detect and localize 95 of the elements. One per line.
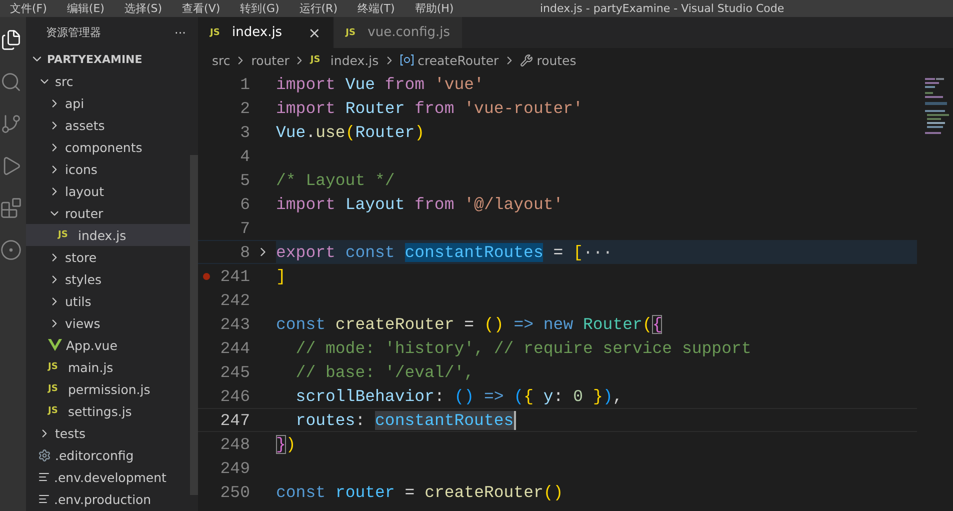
explorer-title: 资源管理器 bbox=[46, 25, 101, 40]
editor-tab[interactable]: JS index.js × bbox=[198, 17, 334, 48]
file-item[interactable]: JS permission.js bbox=[26, 378, 190, 400]
code-line: import Router from 'vue-router' bbox=[276, 98, 583, 118]
line-number: 6 bbox=[239, 194, 250, 214]
folder-item[interactable]: views bbox=[26, 312, 190, 334]
js-file-icon: JS bbox=[346, 28, 362, 38]
files-icon[interactable] bbox=[0, 29, 22, 51]
folder-item[interactable]: router bbox=[26, 202, 190, 224]
close-button[interactable]: × bbox=[308, 24, 321, 42]
project-header[interactable]: PARTYEXAMINE bbox=[26, 48, 190, 70]
line-number: 249 bbox=[219, 458, 250, 478]
line-number: 1 bbox=[239, 74, 250, 94]
js-file-icon: JS bbox=[48, 362, 64, 372]
code-line: export const constantRoutes = [··· bbox=[276, 242, 613, 262]
circle-icon[interactable] bbox=[0, 239, 22, 261]
code-line: const router = createRouter() bbox=[276, 482, 564, 502]
file-item[interactable]: JS index.js bbox=[26, 224, 190, 246]
menu-item[interactable]: 转到(G) bbox=[230, 0, 290, 17]
line-number: 243 bbox=[219, 314, 250, 334]
code-line: import Layout from '@/layout' bbox=[276, 194, 564, 214]
folder-item[interactable]: utils bbox=[26, 290, 190, 312]
branch-icon[interactable] bbox=[0, 113, 22, 135]
gear-icon bbox=[38, 448, 51, 462]
file-item[interactable]: JS main.js bbox=[26, 356, 190, 378]
variable-icon bbox=[400, 54, 414, 66]
menu-item[interactable]: 文件(F) bbox=[0, 0, 57, 17]
window-title: index.js - partyExamine - Visual Studio Code bbox=[540, 1, 784, 17]
folder-item[interactable]: tests bbox=[26, 422, 190, 444]
line-number: 5 bbox=[239, 170, 250, 190]
blocks-icon[interactable] bbox=[0, 197, 22, 219]
file-item[interactable]: App.vue bbox=[26, 334, 190, 356]
menu-item[interactable]: 选择(S) bbox=[114, 0, 172, 17]
folder-item[interactable]: api bbox=[26, 92, 190, 114]
js-file-icon: JS bbox=[48, 406, 64, 416]
breadcrumb-item[interactable]: src bbox=[212, 52, 230, 68]
menu-item[interactable]: 帮助(H) bbox=[404, 0, 464, 17]
js-file-icon: JS bbox=[58, 230, 74, 240]
code-line: scrollBehavior: () => ({ y: 0 }), bbox=[294, 386, 623, 406]
line-number: 2 bbox=[239, 98, 250, 118]
more-button[interactable]: ··· bbox=[174, 26, 186, 40]
text-lines-icon bbox=[38, 471, 50, 483]
tab-label: vue.config.js bbox=[368, 25, 450, 40]
line-number: 4 bbox=[239, 146, 250, 166]
folder-item[interactable]: layout bbox=[26, 180, 190, 202]
folder-item[interactable]: assets bbox=[26, 114, 190, 136]
editor-tab[interactable]: JS vue.config.js bbox=[334, 17, 464, 48]
folder-item[interactable]: icons bbox=[26, 158, 190, 180]
line-number: 8 bbox=[239, 242, 250, 262]
line-number: 244 bbox=[219, 338, 250, 358]
code-line: ] bbox=[276, 266, 286, 286]
folder-item[interactable]: store bbox=[26, 246, 190, 268]
js-file-icon: JS bbox=[48, 384, 64, 394]
breadcrumb-item[interactable]: router bbox=[251, 52, 290, 68]
breadcrumb-item[interactable]: index.js bbox=[330, 52, 379, 68]
line-number: 245 bbox=[219, 362, 250, 382]
line-number: 246 bbox=[219, 386, 250, 406]
file-item[interactable]: .env.development bbox=[26, 466, 190, 488]
file-item[interactable]: .env.production bbox=[26, 488, 190, 510]
line-number: 248 bbox=[219, 434, 250, 454]
menu-item[interactable]: 终端(T) bbox=[348, 0, 405, 17]
scrollbar-thumb[interactable] bbox=[190, 155, 198, 495]
code-line: // mode: 'history', // require service support bbox=[294, 338, 752, 358]
code-line: }) bbox=[276, 434, 296, 454]
vue-file-icon bbox=[48, 339, 62, 351]
line-number: 7 bbox=[239, 218, 250, 238]
js-file-icon: JS bbox=[310, 55, 326, 65]
text-lines-icon bbox=[38, 493, 50, 505]
code-line: import Vue from 'vue' bbox=[276, 74, 484, 94]
menu-item[interactable]: 编辑(E) bbox=[56, 0, 114, 17]
line-number: 250 bbox=[219, 482, 250, 502]
file-item[interactable]: .editorconfig bbox=[26, 444, 190, 466]
line-number: 242 bbox=[219, 290, 250, 310]
menu-item[interactable]: 运行(R) bbox=[289, 0, 348, 17]
folder-item[interactable]: src bbox=[26, 70, 190, 92]
menu-item[interactable]: 查看(V) bbox=[172, 0, 230, 17]
breadcrumb-item[interactable]: createRouter bbox=[418, 52, 499, 68]
code-line: // base: '/eval/', bbox=[294, 362, 474, 382]
file-item[interactable]: JS settings.js bbox=[26, 400, 190, 422]
line-number: 241 bbox=[219, 266, 250, 286]
code-line: /* Layout */ bbox=[276, 170, 395, 190]
folder-item[interactable]: styles bbox=[26, 268, 190, 290]
js-file-icon: JS bbox=[210, 28, 226, 38]
folder-item[interactable]: components bbox=[26, 136, 190, 158]
wrench-icon bbox=[520, 54, 533, 66]
code-line: Vue.use(Router) bbox=[276, 122, 425, 142]
tab-label: index.js bbox=[232, 25, 282, 40]
line-number: 247 bbox=[219, 410, 250, 430]
code-line: const createRouter = () => new Router({ bbox=[276, 314, 662, 334]
search-icon[interactable] bbox=[0, 71, 22, 93]
code-line: routes: constantRoutes bbox=[294, 410, 516, 430]
breadcrumb-item[interactable]: routes bbox=[536, 52, 576, 68]
minimap-drawing[interactable] bbox=[925, 76, 949, 136]
line-number: 3 bbox=[239, 122, 250, 142]
breakpoint-dot[interactable] bbox=[202, 272, 210, 280]
